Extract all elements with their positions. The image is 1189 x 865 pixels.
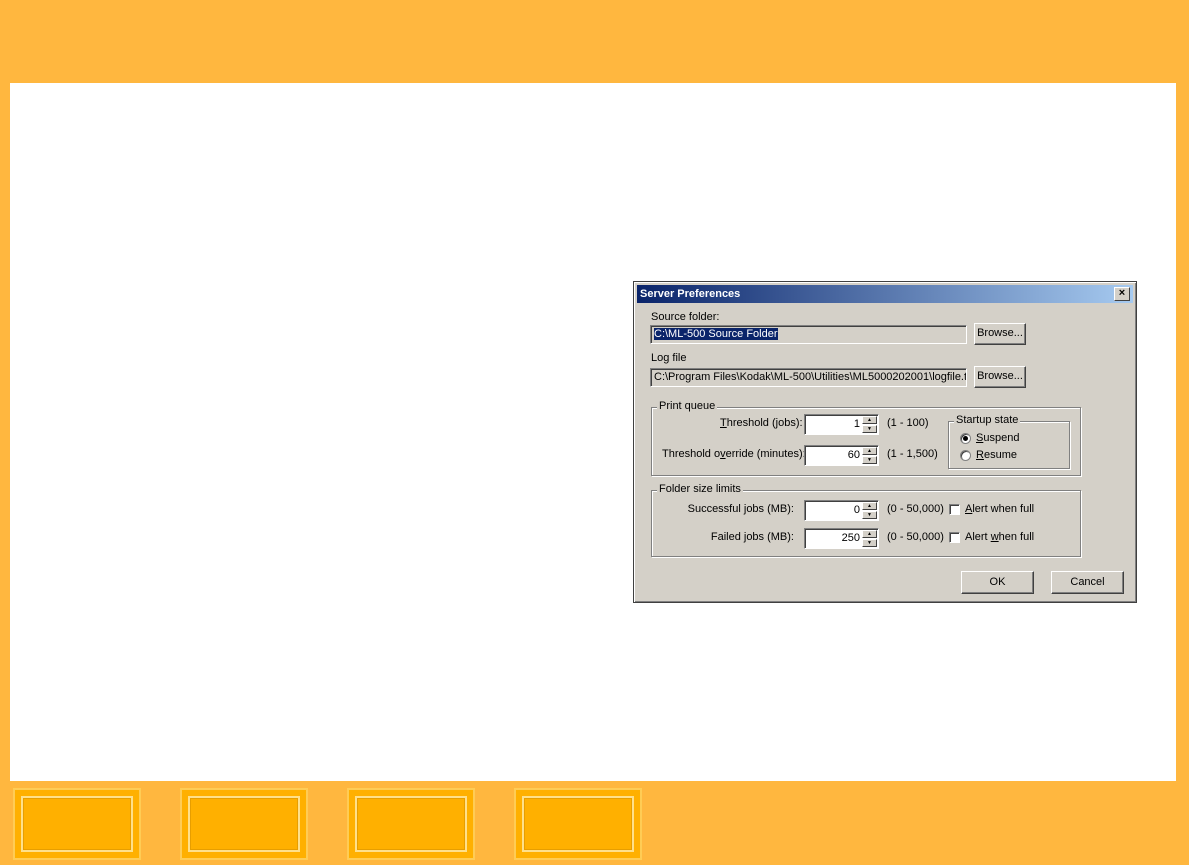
nav-button-3[interactable]	[347, 788, 475, 860]
log-file-label: Log file	[651, 352, 687, 364]
failed-jobs-alert-label[interactable]: Alert when full	[965, 531, 1034, 543]
source-folder-browse-label: Browse...	[977, 327, 1023, 339]
successful-jobs-alert-label[interactable]: Alert when full	[965, 503, 1034, 515]
nav-button-1-face	[21, 796, 133, 852]
cancel-label: Cancel	[1070, 576, 1105, 588]
source-folder-browse-button[interactable]: Browse...	[974, 323, 1026, 345]
nav-button-4-face	[522, 796, 634, 852]
threshold-override-label: Threshold override (minutes):	[662, 448, 806, 460]
threshold-range: (1 - 100)	[887, 417, 929, 429]
threshold-stepper[interactable]: 1 ▲ ▼	[804, 414, 879, 435]
resume-label[interactable]: Resume	[976, 449, 1017, 461]
threshold-down-arrow-icon[interactable]: ▼	[862, 425, 877, 433]
dialog-title: Server Preferences	[640, 288, 741, 300]
successful-jobs-label: Successful jobs (MB):	[687, 503, 794, 515]
successful-jobs-down-arrow-icon[interactable]: ▼	[862, 511, 877, 519]
dialog-titlebar[interactable]: Server Preferences ×	[637, 285, 1133, 303]
failed-jobs-range: (0 - 50,000)	[887, 531, 944, 543]
failed-jobs-alert-checkbox[interactable]	[949, 532, 960, 543]
print-queue-title: Print queue	[657, 400, 718, 412]
resume-radio[interactable]	[960, 450, 971, 461]
threshold-override-up-arrow-icon[interactable]: ▲	[862, 447, 877, 455]
threshold-value: 1	[853, 418, 860, 430]
threshold-override-value: 60	[847, 449, 860, 461]
nav-button-2[interactable]	[180, 788, 308, 860]
suspend-radio[interactable]	[960, 433, 971, 444]
threshold-label: Threshold (jobs):	[720, 417, 803, 429]
log-file-browse-button[interactable]: Browse...	[974, 366, 1026, 388]
ok-label: OK	[989, 576, 1006, 588]
nav-button-4[interactable]	[514, 788, 642, 860]
source-folder-value: C:\ML-500 Source Folder	[654, 328, 778, 340]
log-file-value: C:\Program Files\Kodak\ML-500\Utilities\…	[654, 371, 967, 383]
threshold-override-down-arrow-icon[interactable]: ▼	[862, 456, 877, 464]
failed-jobs-down-arrow-icon[interactable]: ▼	[862, 539, 877, 547]
successful-jobs-up-arrow-icon[interactable]: ▲	[862, 502, 877, 510]
successful-jobs-alert-checkbox[interactable]	[949, 504, 960, 515]
failed-jobs-stepper[interactable]: 250 ▲ ▼	[804, 528, 879, 549]
folder-size-limits-title: Folder size limits	[657, 483, 743, 495]
startup-state-group	[948, 421, 1070, 469]
successful-jobs-stepper[interactable]: 0 ▲ ▼	[804, 500, 879, 521]
close-button[interactable]: ×	[1114, 287, 1130, 301]
successful-jobs-value: 0	[853, 504, 860, 516]
source-folder-label: Source folder:	[651, 311, 720, 323]
successful-jobs-range: (0 - 50,000)	[887, 503, 944, 515]
nav-button-1[interactable]	[13, 788, 141, 860]
failed-jobs-label: Failed jobs (MB):	[710, 531, 794, 543]
failed-jobs-up-arrow-icon[interactable]: ▲	[862, 530, 877, 538]
server-preferences-dialog: Server Preferences × Source folder: C:\M…	[633, 281, 1137, 603]
suspend-label[interactable]: Suspend	[976, 432, 1019, 444]
nav-button-3-face	[355, 796, 467, 852]
cancel-button[interactable]: Cancel	[1051, 571, 1124, 594]
threshold-override-range: (1 - 1,500)	[887, 448, 938, 460]
log-file-field[interactable]: C:\Program Files\Kodak\ML-500\Utilities\…	[650, 368, 967, 387]
startup-state-title: Startup state	[954, 414, 1021, 426]
close-icon: ×	[1118, 287, 1126, 299]
log-file-browse-label: Browse...	[977, 370, 1023, 382]
threshold-up-arrow-icon[interactable]: ▲	[862, 416, 877, 424]
failed-jobs-value: 250	[841, 532, 860, 544]
nav-button-2-face	[188, 796, 300, 852]
source-folder-field[interactable]: C:\ML-500 Source Folder	[650, 325, 967, 344]
threshold-override-stepper[interactable]: 60 ▲ ▼	[804, 445, 879, 466]
ok-button[interactable]: OK	[961, 571, 1034, 594]
